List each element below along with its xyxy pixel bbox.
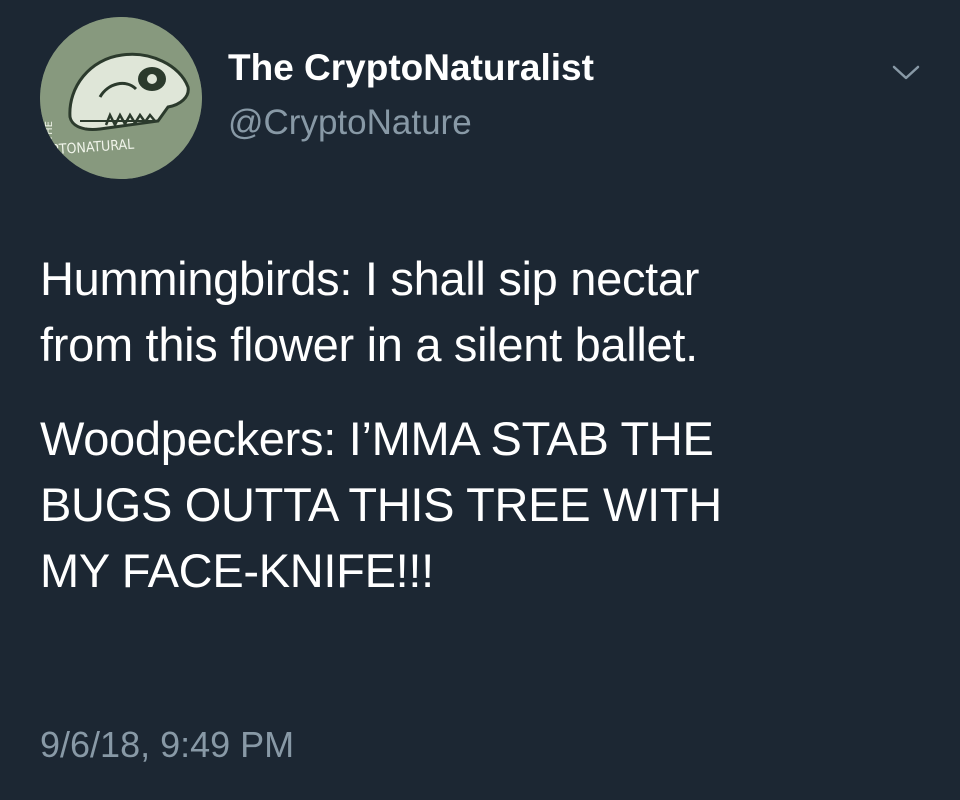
tweet-card: YPTONATURAL THE The CryptoNaturalist @Cr… bbox=[0, 0, 960, 800]
tweet-paragraph: Woodpeckers: I’MMA STAB THE BUGS OUTTA T… bbox=[40, 412, 722, 597]
svg-text:THE: THE bbox=[44, 121, 55, 142]
display-name[interactable]: The CryptoNaturalist bbox=[228, 44, 594, 92]
skull-avatar-icon: YPTONATURAL THE bbox=[40, 17, 202, 179]
user-handle[interactable]: @CryptoNature bbox=[228, 100, 594, 146]
avatar[interactable]: YPTONATURAL THE bbox=[40, 17, 202, 179]
tweet-text: Hummingbirds: I shall sip nectar from th… bbox=[40, 246, 930, 604]
tweet-paragraph: Hummingbirds: I shall sip nectar from th… bbox=[40, 252, 700, 371]
chevron-down-icon[interactable] bbox=[888, 58, 924, 86]
timestamp[interactable]: 9/6/18, 9:49 PM bbox=[40, 722, 294, 768]
user-info: The CryptoNaturalist @CryptoNature bbox=[228, 44, 594, 146]
